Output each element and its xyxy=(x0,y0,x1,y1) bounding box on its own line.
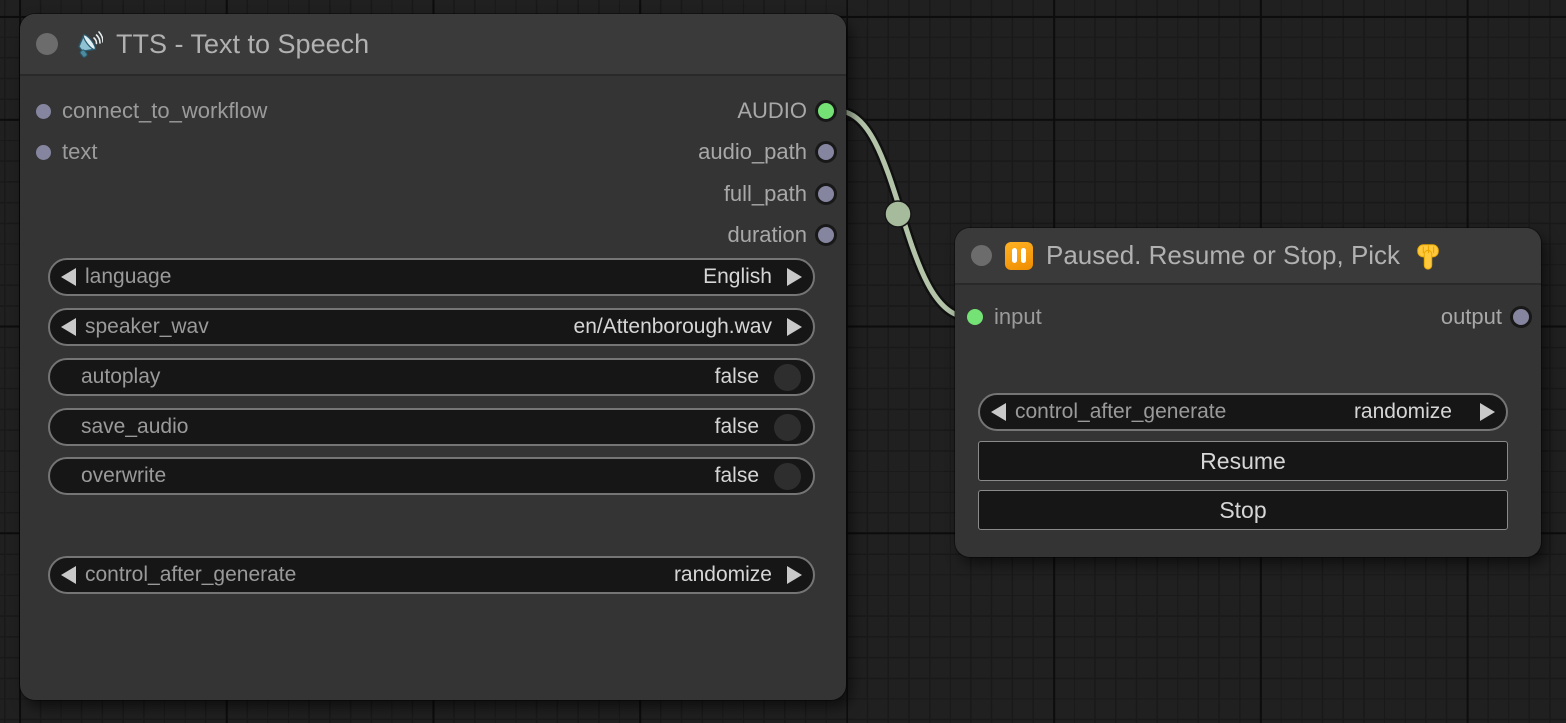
node-paused-resume-or-stop[interactable]: Paused. Resume or Stop, Pick input outpu… xyxy=(955,228,1541,557)
node-editor-canvas[interactable]: TTS - Text to Speech connect_to_workflow… xyxy=(0,0,1566,723)
input-slot-label: input xyxy=(994,304,1042,330)
widget-label: save_audio xyxy=(81,415,188,439)
output-slot-duration: duration xyxy=(727,220,834,250)
combo-left-arrow-icon[interactable] xyxy=(991,403,1006,421)
widget-overwrite[interactable]: overwrite false xyxy=(48,457,815,495)
pointing-down-icon xyxy=(1413,241,1443,271)
node-title: TTS - Text to Speech xyxy=(116,29,369,60)
toggle-knob[interactable] xyxy=(774,463,801,490)
node-header[interactable]: Paused. Resume or Stop, Pick xyxy=(955,228,1541,285)
widget-label: speaker_wav xyxy=(85,315,209,339)
input-slot-dot[interactable] xyxy=(36,104,51,119)
output-slot-label: duration xyxy=(727,222,807,248)
output-slot-output: output xyxy=(1441,302,1529,332)
input-slot-connect-to-workflow: connect_to_workflow xyxy=(36,96,267,126)
output-slot-label: audio_path xyxy=(698,139,807,165)
output-slot-full-path: full_path xyxy=(724,179,834,209)
output-slot-label: AUDIO xyxy=(737,98,807,124)
widget-save-audio[interactable]: save_audio false xyxy=(48,408,815,446)
input-slot-label: connect_to_workflow xyxy=(62,98,267,124)
node-header[interactable]: TTS - Text to Speech xyxy=(20,14,846,76)
toggle-knob[interactable] xyxy=(774,414,801,441)
widget-label: control_after_generate xyxy=(85,563,296,587)
widget-label: autoplay xyxy=(81,365,160,389)
collapse-dot[interactable] xyxy=(36,33,58,55)
combo-left-arrow-icon[interactable] xyxy=(61,566,76,584)
output-slot-dot[interactable] xyxy=(818,144,834,160)
output-slot-label: output xyxy=(1441,304,1502,330)
widget-value: false xyxy=(715,365,759,389)
combo-right-arrow-icon[interactable] xyxy=(787,318,802,336)
node-title: Paused. Resume or Stop, Pick xyxy=(1046,240,1400,271)
node-tts-text-to-speech[interactable]: TTS - Text to Speech connect_to_workflow… xyxy=(20,14,846,700)
widget-value: English xyxy=(703,265,772,289)
output-slot-dot[interactable] xyxy=(818,103,834,119)
speaker-icon xyxy=(71,28,103,60)
widget-control-after-generate[interactable]: control_after_generate randomize xyxy=(48,556,815,594)
pause-icon xyxy=(1005,242,1033,270)
widget-value: randomize xyxy=(1354,400,1452,424)
widget-label: language xyxy=(85,265,171,289)
combo-right-arrow-icon[interactable] xyxy=(787,268,802,286)
combo-left-arrow-icon[interactable] xyxy=(61,318,76,336)
input-slot-label: text xyxy=(62,139,97,165)
widget-value: en/Attenborough.wav xyxy=(574,315,772,339)
widget-value: randomize xyxy=(674,563,772,587)
wire-outline xyxy=(838,111,968,317)
input-slot-input: input xyxy=(967,302,1042,332)
combo-left-arrow-icon[interactable] xyxy=(61,268,76,286)
output-slot-label: full_path xyxy=(724,181,807,207)
input-slot-dot[interactable] xyxy=(967,309,983,325)
widget-autoplay[interactable]: autoplay false xyxy=(48,358,815,396)
combo-right-arrow-icon[interactable] xyxy=(787,566,802,584)
stop-button[interactable]: Stop xyxy=(978,490,1508,530)
output-slot-dot[interactable] xyxy=(818,227,834,243)
widget-value: false xyxy=(715,464,759,488)
audio-connection-wire xyxy=(838,111,968,317)
widget-value: false xyxy=(715,415,759,439)
widget-language[interactable]: language English xyxy=(48,258,815,296)
output-slot-dot[interactable] xyxy=(818,186,834,202)
widget-speaker-wav[interactable]: speaker_wav en/Attenborough.wav xyxy=(48,308,815,346)
output-slot-audio-path: audio_path xyxy=(698,137,834,167)
input-slot-dot[interactable] xyxy=(36,145,51,160)
combo-right-arrow-icon[interactable] xyxy=(1480,403,1495,421)
toggle-knob[interactable] xyxy=(774,364,801,391)
widget-label: control_after_generate xyxy=(1015,400,1226,424)
output-slot-audio: AUDIO xyxy=(737,96,834,126)
output-slot-dot[interactable] xyxy=(1513,309,1529,325)
resume-button[interactable]: Resume xyxy=(978,441,1508,481)
wire-midpoint-dot[interactable] xyxy=(885,201,911,227)
input-slot-text: text xyxy=(36,137,97,167)
collapse-dot[interactable] xyxy=(971,245,992,266)
widget-control-after-generate[interactable]: control_after_generate randomize xyxy=(978,393,1508,431)
widget-label: overwrite xyxy=(81,464,166,488)
